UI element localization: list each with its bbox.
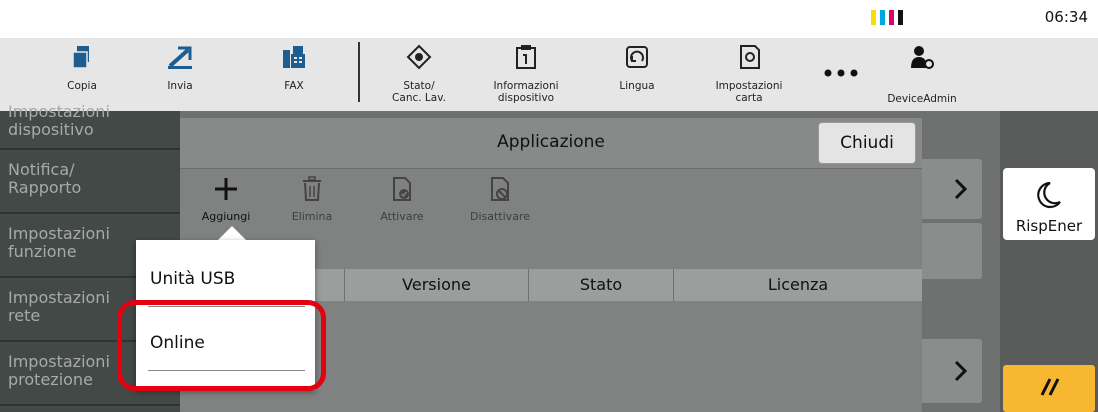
popup-pointer [218, 226, 246, 240]
top-toolbar: Copia Invia FAX Stato/ Canc. Lav. Inform… [0, 38, 1098, 111]
job-status-icon [406, 44, 432, 70]
toolbar-send[interactable]: Invia [140, 38, 220, 111]
deactivate-icon [491, 177, 509, 201]
column-header-version: Versione [402, 275, 471, 294]
toolbar-paper-settings[interactable]: Impostazioni carta [706, 38, 792, 111]
send-icon [168, 46, 192, 69]
menu-item-security-settings[interactable]: Impostazioni protezione [8, 353, 110, 389]
menu-divider [0, 404, 180, 406]
activate-button[interactable]: Attivare [372, 172, 432, 230]
moon-icon [1037, 181, 1061, 209]
ink-level-yellow-icon [871, 10, 876, 25]
menu-item-notification[interactable]: Notifica/ Rapporto [8, 161, 81, 197]
trash-icon [303, 176, 321, 201]
column-header-status: Stato [579, 275, 623, 294]
toolbar-fax[interactable]: FAX [254, 38, 334, 111]
toolbar-copy[interactable]: Copia [42, 38, 122, 111]
paper-settings-icon [740, 45, 760, 69]
admin-user-icon [911, 46, 934, 69]
settings-row [920, 223, 982, 279]
toolbar-job-status[interactable]: Stato/ Canc. Lav. [376, 38, 462, 111]
activate-icon [393, 177, 411, 201]
menu-item-device-settings[interactable]: Impostazioni dispositivo [8, 103, 110, 139]
dialog-title: Applicazione [497, 132, 605, 152]
copy-icon [72, 46, 89, 69]
dialog-header: Applicazione Chiudi [180, 118, 922, 169]
menu-divider [0, 148, 180, 150]
reset-icon [1040, 378, 1060, 396]
next-button[interactable] [920, 339, 982, 403]
menu-divider [0, 212, 180, 214]
menu-item-function-settings[interactable]: Impostazioni funzione [8, 225, 110, 261]
deactivate-button[interactable]: Disattivare [462, 172, 538, 230]
sleep-label: RispEner [1015, 217, 1083, 235]
ink-level-cyan-icon [880, 10, 885, 25]
menu-item-network-settings[interactable]: Impostazioni rete [8, 289, 110, 325]
more-icon [824, 69, 858, 77]
ink-level-magenta-icon [889, 10, 894, 25]
status-bar: 06:34 [0, 0, 1098, 38]
toolbar-language[interactable]: Lingua [604, 38, 670, 111]
toolbar-divider [358, 42, 360, 102]
fax-icon [283, 46, 305, 68]
popup-item-usb[interactable]: Unità USB [148, 252, 305, 307]
column-header-license: Licenza [767, 275, 829, 294]
toolbar-device-admin[interactable]: DeviceAdmin [872, 38, 972, 111]
add-button[interactable]: Aggiungi [196, 172, 256, 230]
toolbar-device-info[interactable]: Informazioni dispositivo [478, 38, 574, 111]
delete-button[interactable]: Elimina [282, 172, 342, 230]
close-button[interactable]: Chiudi [818, 122, 916, 164]
language-icon [626, 46, 648, 68]
reset-button[interactable] [1003, 365, 1095, 412]
toolbar-more[interactable] [816, 38, 866, 111]
highlight-ring [117, 300, 326, 391]
chevron-right-icon [954, 178, 968, 200]
clock: 06:34 [1044, 8, 1088, 26]
sleep-button[interactable]: RispEner [1003, 168, 1095, 240]
ink-level-black-icon [898, 10, 903, 25]
next-button[interactable] [920, 159, 982, 219]
device-info-icon [516, 45, 536, 69]
chevron-right-icon [954, 360, 968, 382]
plus-icon [215, 178, 237, 200]
